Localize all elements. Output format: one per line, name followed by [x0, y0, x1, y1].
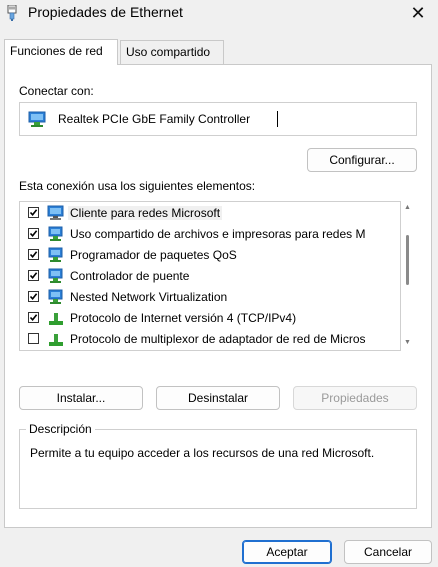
checkbox[interactable]: [28, 249, 39, 260]
title-bar: Propiedades de Ethernet ✕: [0, 0, 438, 26]
list-item[interactable]: Cliente para redes Microsoft: [20, 203, 400, 224]
list-item-label: Controlador de puente: [70, 269, 190, 283]
uninstall-button[interactable]: Desinstalar: [156, 386, 280, 410]
components-label: Esta conexión usa los siguientes element…: [19, 179, 256, 193]
list-item-label: Nested Network Virtualization: [70, 290, 228, 304]
adapter-name: Realtek PCIe GbE Family Controller: [58, 112, 251, 126]
ethernet-connector-icon: [7, 5, 17, 21]
cancel-button-label: Cancelar: [363, 545, 413, 559]
protocol-icon: [49, 334, 63, 346]
list-item-label: Protocolo de Internet versión 4 (TCP/IPv…: [70, 311, 297, 325]
protocol-icon: [49, 313, 63, 325]
window-title: Propiedades de Ethernet: [28, 4, 183, 20]
checkmark-icon: [29, 293, 38, 301]
network-service-icon: [48, 268, 63, 283]
configure-button-label: Configurar...: [329, 153, 395, 167]
properties-button-label: Propiedades: [321, 391, 389, 405]
list-item[interactable]: Nested Network Virtualization: [20, 287, 400, 308]
list-item[interactable]: Protocolo de multiplexor de adaptador de…: [20, 329, 400, 350]
cancel-button[interactable]: Cancelar: [344, 540, 432, 564]
network-service-icon: [48, 247, 63, 262]
description-group: Descripción Permite a tu equipo acceder …: [19, 422, 417, 509]
list-item-label: Cliente para redes Microsoft: [68, 206, 223, 220]
checkbox[interactable]: [28, 228, 39, 239]
checkmark-icon: [29, 272, 38, 280]
checkmark-icon: [29, 230, 38, 238]
list-item[interactable]: Controlador de puente: [20, 266, 400, 287]
list-item[interactable]: Uso compartido de archivos e impresoras …: [20, 224, 400, 245]
close-button[interactable]: ✕: [398, 0, 438, 26]
list-item-label: Protocolo de multiplexor de adaptador de…: [70, 332, 366, 346]
tab-sharing[interactable]: Uso compartido: [120, 40, 224, 64]
scroll-down-icon[interactable]: ▼: [404, 339, 411, 346]
list-item-label: Uso compartido de archivos e impresoras …: [70, 227, 366, 241]
install-button[interactable]: Instalar...: [19, 386, 143, 410]
list-scrollbar[interactable]: ▲ ▼: [401, 201, 415, 351]
components-list[interactable]: Cliente para redes Microsoft Uso compart…: [19, 201, 401, 351]
configure-button[interactable]: Configurar...: [307, 148, 417, 172]
checkbox[interactable]: [28, 333, 39, 344]
close-icon: ✕: [410, 2, 426, 23]
properties-button[interactable]: Propiedades: [293, 386, 417, 410]
checkbox[interactable]: [28, 207, 39, 218]
checkmark-icon: [29, 314, 38, 322]
network-service-icon: [48, 289, 63, 304]
checkbox[interactable]: [28, 291, 39, 302]
tab-networking[interactable]: Funciones de red: [4, 39, 118, 65]
connect-using-label: Conectar con:: [19, 84, 94, 98]
networking-panel: Conectar con: Realtek PCIe GbE Family Co…: [4, 64, 432, 528]
ok-button[interactable]: Aceptar: [242, 540, 332, 564]
ok-button-label: Aceptar: [266, 545, 308, 559]
checkbox[interactable]: [28, 312, 39, 323]
description-title: Descripción: [26, 422, 95, 436]
uninstall-button-label: Desinstalar: [187, 391, 249, 405]
list-item[interactable]: Protocolo de Internet versión 4 (TCP/IPv…: [20, 308, 400, 329]
scroll-up-icon[interactable]: ▲: [404, 204, 411, 211]
list-item[interactable]: Programador de paquetes QoS: [20, 245, 400, 266]
install-button-label: Instalar...: [56, 391, 106, 405]
tab-networking-label: Funciones de red: [10, 44, 103, 58]
checkmark-icon: [29, 251, 38, 259]
checkmark-icon: [29, 209, 38, 217]
adapter-field[interactable]: Realtek PCIe GbE Family Controller: [19, 102, 417, 136]
list-item-label: Programador de paquetes QoS: [70, 248, 237, 262]
network-client-icon: [47, 205, 64, 220]
checkbox[interactable]: [28, 270, 39, 281]
network-adapter-icon: [28, 111, 46, 127]
text-caret: [277, 111, 278, 127]
tab-sharing-label: Uso compartido: [126, 45, 211, 59]
scroll-thumb[interactable]: [406, 235, 409, 285]
network-service-icon: [48, 226, 63, 241]
description-text: Permite a tu equipo acceder a los recurs…: [30, 446, 375, 460]
